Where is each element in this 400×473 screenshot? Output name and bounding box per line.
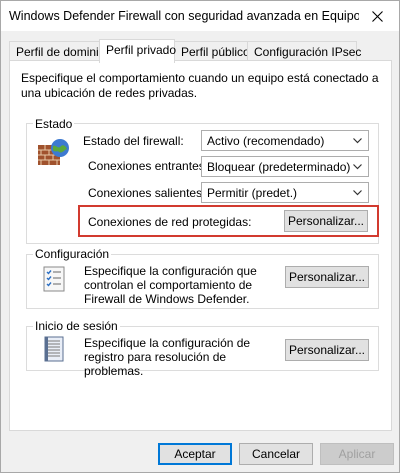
firewall-state-select[interactable]: Activo (recomendado): [201, 130, 369, 151]
tab-label: Perfil público: [181, 45, 250, 59]
ok-button[interactable]: Aceptar: [158, 443, 232, 465]
profile-description: Especifique el comportamiento cuando un …: [21, 71, 379, 100]
outbound-connections-value: Permitir (predet.): [207, 186, 298, 200]
tab-strip: Perfil de dominio Perfil privado Perfil …: [9, 39, 393, 63]
settings-customize-button[interactable]: Personalizar...: [285, 266, 369, 288]
tab-label: Perfil de dominio: [16, 45, 106, 59]
outbound-connections-label: Conexiones salientes:: [88, 186, 206, 200]
apply-button[interactable]: Aplicar: [320, 443, 394, 465]
chevron-down-icon: [353, 190, 362, 196]
logging-group-label: Inicio de sesión: [33, 319, 120, 333]
tab-label: Perfil privado: [106, 43, 177, 57]
outbound-connections-select[interactable]: Permitir (predet.): [201, 182, 369, 203]
logging-customize-button[interactable]: Personalizar...: [285, 339, 369, 361]
settings-list-icon: [43, 266, 65, 292]
tab-private-profile[interactable]: Perfil privado: [99, 39, 177, 63]
chevron-down-icon: [353, 138, 362, 144]
chevron-down-icon: [353, 164, 362, 170]
cancel-button[interactable]: Cancelar: [239, 443, 313, 465]
tab-public-profile[interactable]: Perfil público: [174, 41, 250, 61]
tab-domain-profile[interactable]: Perfil de dominio: [9, 41, 105, 61]
inbound-connections-select[interactable]: Bloquear (predeterminado): [201, 156, 369, 177]
close-icon: [371, 10, 383, 22]
inbound-connections-label: Conexiones entrantes:: [88, 159, 209, 173]
settings-group-label: Configuración: [33, 247, 112, 261]
firewall-state-label: Estado del firewall:: [83, 134, 184, 148]
firewall-icon: [36, 137, 72, 169]
inbound-connections-value: Bloquear (predeterminado): [207, 160, 351, 174]
tab-label: Configuración IPsec: [254, 45, 362, 59]
firewall-state-value: Activo (recomendado): [207, 134, 325, 148]
title-bar: Windows Defender Firewall con seguridad …: [1, 1, 399, 31]
firewall-properties-dialog: Windows Defender Firewall con seguridad …: [0, 0, 400, 473]
protected-connections-customize-button[interactable]: Personalizar...: [284, 210, 368, 232]
tab-ipsec-settings[interactable]: Configuración IPsec: [247, 41, 361, 61]
settings-description: Especifique la configuración que control…: [84, 264, 257, 306]
window-title: Windows Defender Firewall con seguridad …: [9, 9, 359, 23]
log-notebook-icon: [43, 336, 65, 362]
logging-description: Especifique la configuración de registro…: [84, 336, 251, 378]
protected-connections-label: Conexiones de red protegidas:: [88, 215, 252, 229]
state-group-label: Estado: [33, 117, 75, 131]
close-button[interactable]: [355, 1, 399, 31]
